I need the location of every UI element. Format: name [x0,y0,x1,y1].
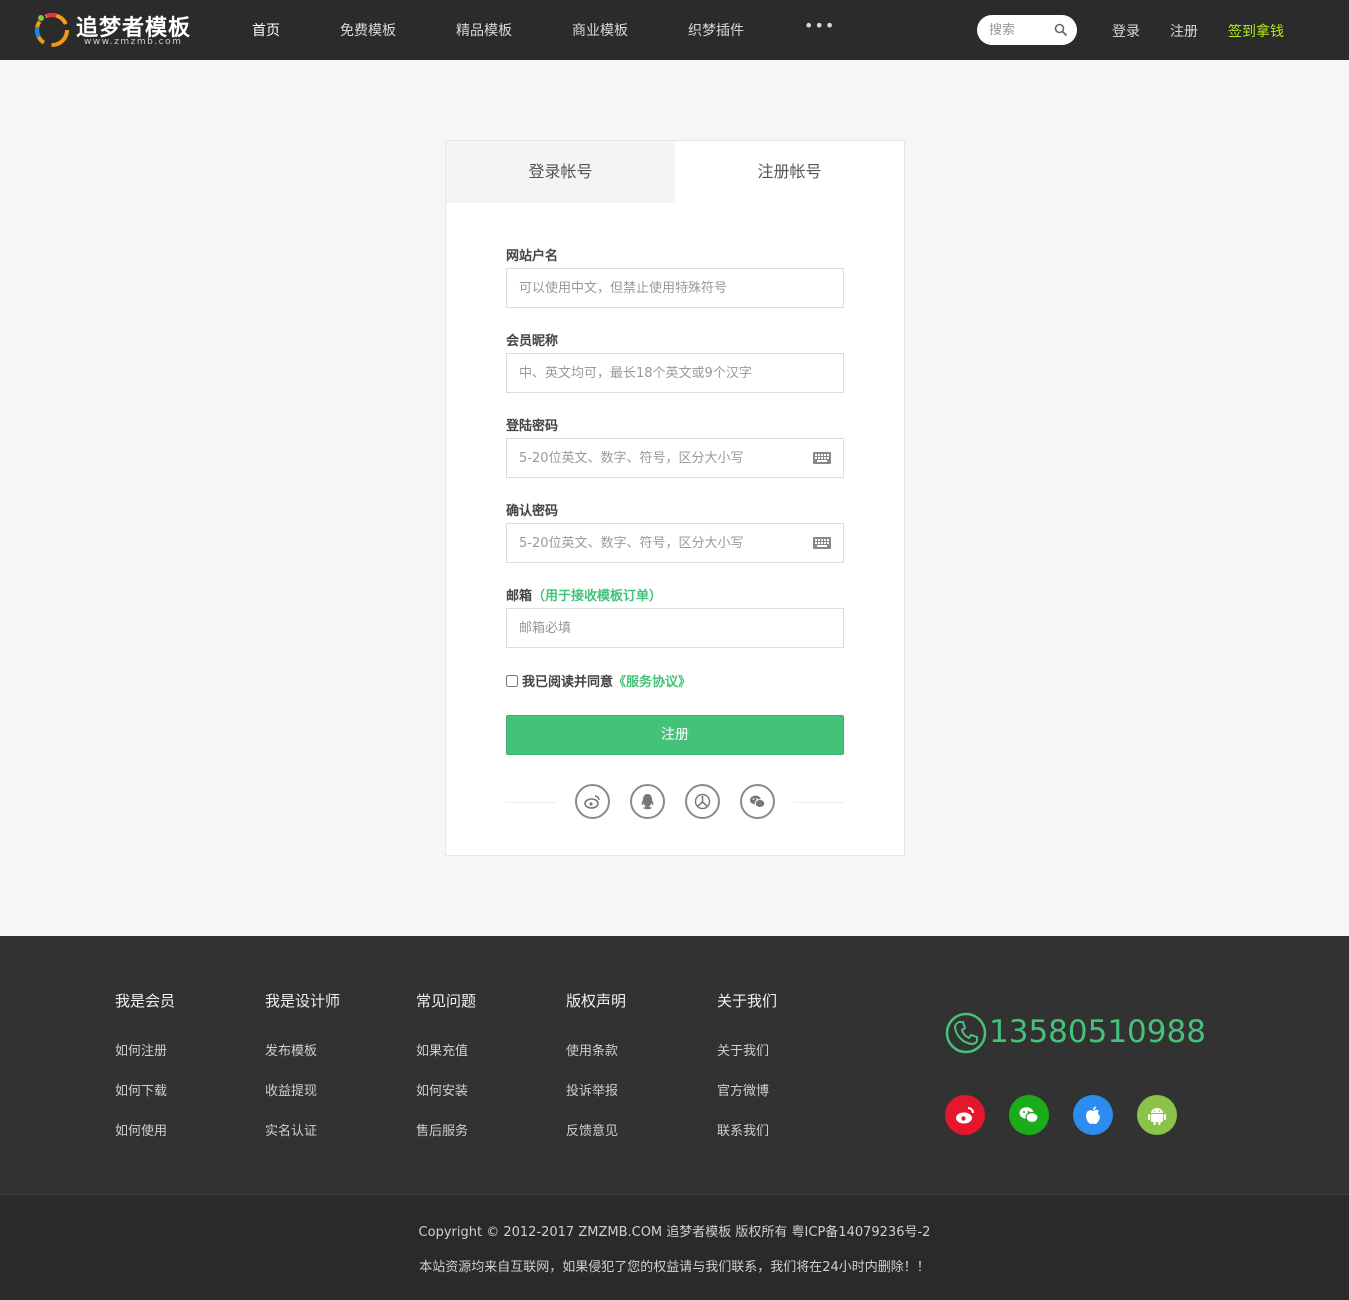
footer-col-title: 常见问题 [416,992,477,1010]
footer-link[interactable]: 售后服务 [416,1120,468,1139]
nickname-label: 会员昵称 [506,334,559,349]
nav-commercial-templates[interactable]: 商业模板 [572,20,628,40]
keyboard-icon[interactable] [813,452,831,464]
wechat-login-button[interactable] [740,784,775,819]
disclaimer-text: 本站资源均来自互联网，如果侵犯了您的权益请与我们联系，我们将在24小时内删除！！ [419,1260,930,1275]
footer-link[interactable]: 反馈意见 [566,1120,618,1139]
footer-col-title: 我是会员 [115,992,176,1010]
checkin-link[interactable]: 签到拿钱 [1228,21,1284,41]
nav-dede-plugins[interactable]: 织梦插件 [688,20,744,40]
email-input[interactable] [519,609,799,647]
footer-copyright-section: Copyright © 2012-2017 ZMZMB.COM 追梦者模板 版权… [0,1194,1349,1300]
site-footer: 我是会员 如何注册 如何下载 如何使用 我是设计师 发布模板 收益提现 实名认证… [0,936,1349,1300]
divider-right [794,802,844,803]
footer-link[interactable]: 如果充值 [416,1040,468,1059]
weibo-login-button[interactable] [575,784,610,819]
footer-link[interactable]: 如何注册 [115,1040,167,1059]
register-link[interactable]: 注册 [1170,21,1198,41]
register-card: 登录帐号 注册帐号 网站户名 会员昵称 登陆密码 确认密码 [445,140,905,856]
confirm-password-field [506,523,844,563]
footer-link[interactable]: 投诉举报 [566,1080,618,1099]
android-icon [1148,1108,1166,1125]
email-label: 邮箱（用于接收模板订单） [506,585,662,604]
footer-col-title: 关于我们 [717,992,778,1010]
footer-link[interactable]: 使用条款 [566,1040,618,1059]
nickname-input[interactable] [519,354,799,392]
footer-link[interactable]: 如何下载 [115,1080,167,1099]
phone-number: 13580510988 [989,1014,1206,1050]
search-input[interactable] [989,15,1049,45]
phone-icon [945,1012,987,1054]
qq-login-button[interactable] [630,784,665,819]
agreement-row: 我已阅读并同意《服务协议》 [506,671,691,690]
copyright-text: Copyright © 2012-2017 ZMZMB.COM 追梦者模板 版权… [418,1225,931,1240]
password-field [506,438,844,478]
apple-icon [1086,1106,1100,1124]
confirm-password-input[interactable] [519,524,799,562]
footer-col-title: 我是设计师 [265,992,341,1010]
qq-icon [641,794,654,810]
nav-premium-templates[interactable]: 精品模板 [456,20,512,40]
footer-link[interactable]: 实名认证 [265,1120,317,1139]
nav-more-button[interactable]: ••• [804,16,835,35]
logo-icon [35,13,69,47]
footer-weibo-button[interactable] [945,1095,985,1135]
register-submit-button[interactable]: 注册 [506,715,844,755]
wechat-icon [750,795,766,808]
divider-left [506,802,556,803]
footer-android-button[interactable] [1137,1095,1177,1135]
footer-link[interactable]: 发布模板 [265,1040,317,1059]
email-field [506,608,844,648]
nickname-field [506,353,844,393]
wechat-icon [1019,1107,1039,1124]
baidu-icon [694,793,711,810]
login-link[interactable]: 登录 [1112,21,1140,41]
nav-free-templates[interactable]: 免费模板 [340,20,396,40]
weibo-icon [584,795,600,809]
confirm-password-label: 确认密码 [506,504,559,519]
footer-link[interactable]: 如何安装 [416,1080,468,1099]
footer-link[interactable]: 收益提现 [265,1080,317,1099]
agreement-checkbox[interactable] [506,675,518,687]
footer-links-section: 我是会员 如何注册 如何下载 如何使用 我是设计师 发布模板 收益提现 实名认证… [0,936,1349,1194]
agreement-text: 我已阅读并同意 [522,675,614,690]
logo-subtitle: www.zmzmb.com [84,37,183,47]
footer-col-title: 版权声明 [566,992,627,1010]
site-logo[interactable]: 追梦者模板 www.zmzmb.com [32,8,207,52]
keyboard-icon[interactable] [813,537,831,549]
username-label: 网站户名 [506,249,559,264]
top-navbar: 追梦者模板 www.zmzmb.com 首页 免费模板 精品模板 商业模板 织梦… [0,0,1349,60]
search-icon[interactable] [1054,23,1068,37]
footer-wechat-button[interactable] [1009,1095,1049,1135]
weibo-icon [956,1107,974,1124]
footer-ios-button[interactable] [1073,1095,1113,1135]
service-agreement-link[interactable]: 《服务协议》 [613,675,691,690]
username-field [506,268,844,308]
search-box [977,15,1077,45]
tab-register-account[interactable]: 注册帐号 [675,141,904,203]
nav-home[interactable]: 首页 [252,20,280,40]
password-input[interactable] [519,439,799,477]
password-label: 登陆密码 [506,419,559,434]
tab-login-account[interactable]: 登录帐号 [446,141,675,203]
footer-link[interactable]: 官方微博 [717,1080,769,1099]
baidu-login-button[interactable] [685,784,720,819]
footer-link[interactable]: 如何使用 [115,1120,167,1139]
email-hint: （用于接收模板订单） [532,589,663,604]
footer-link[interactable]: 联系我们 [717,1120,769,1139]
username-input[interactable] [519,269,799,307]
footer-link[interactable]: 关于我们 [717,1040,769,1059]
email-label-text: 邮箱 [506,589,533,604]
